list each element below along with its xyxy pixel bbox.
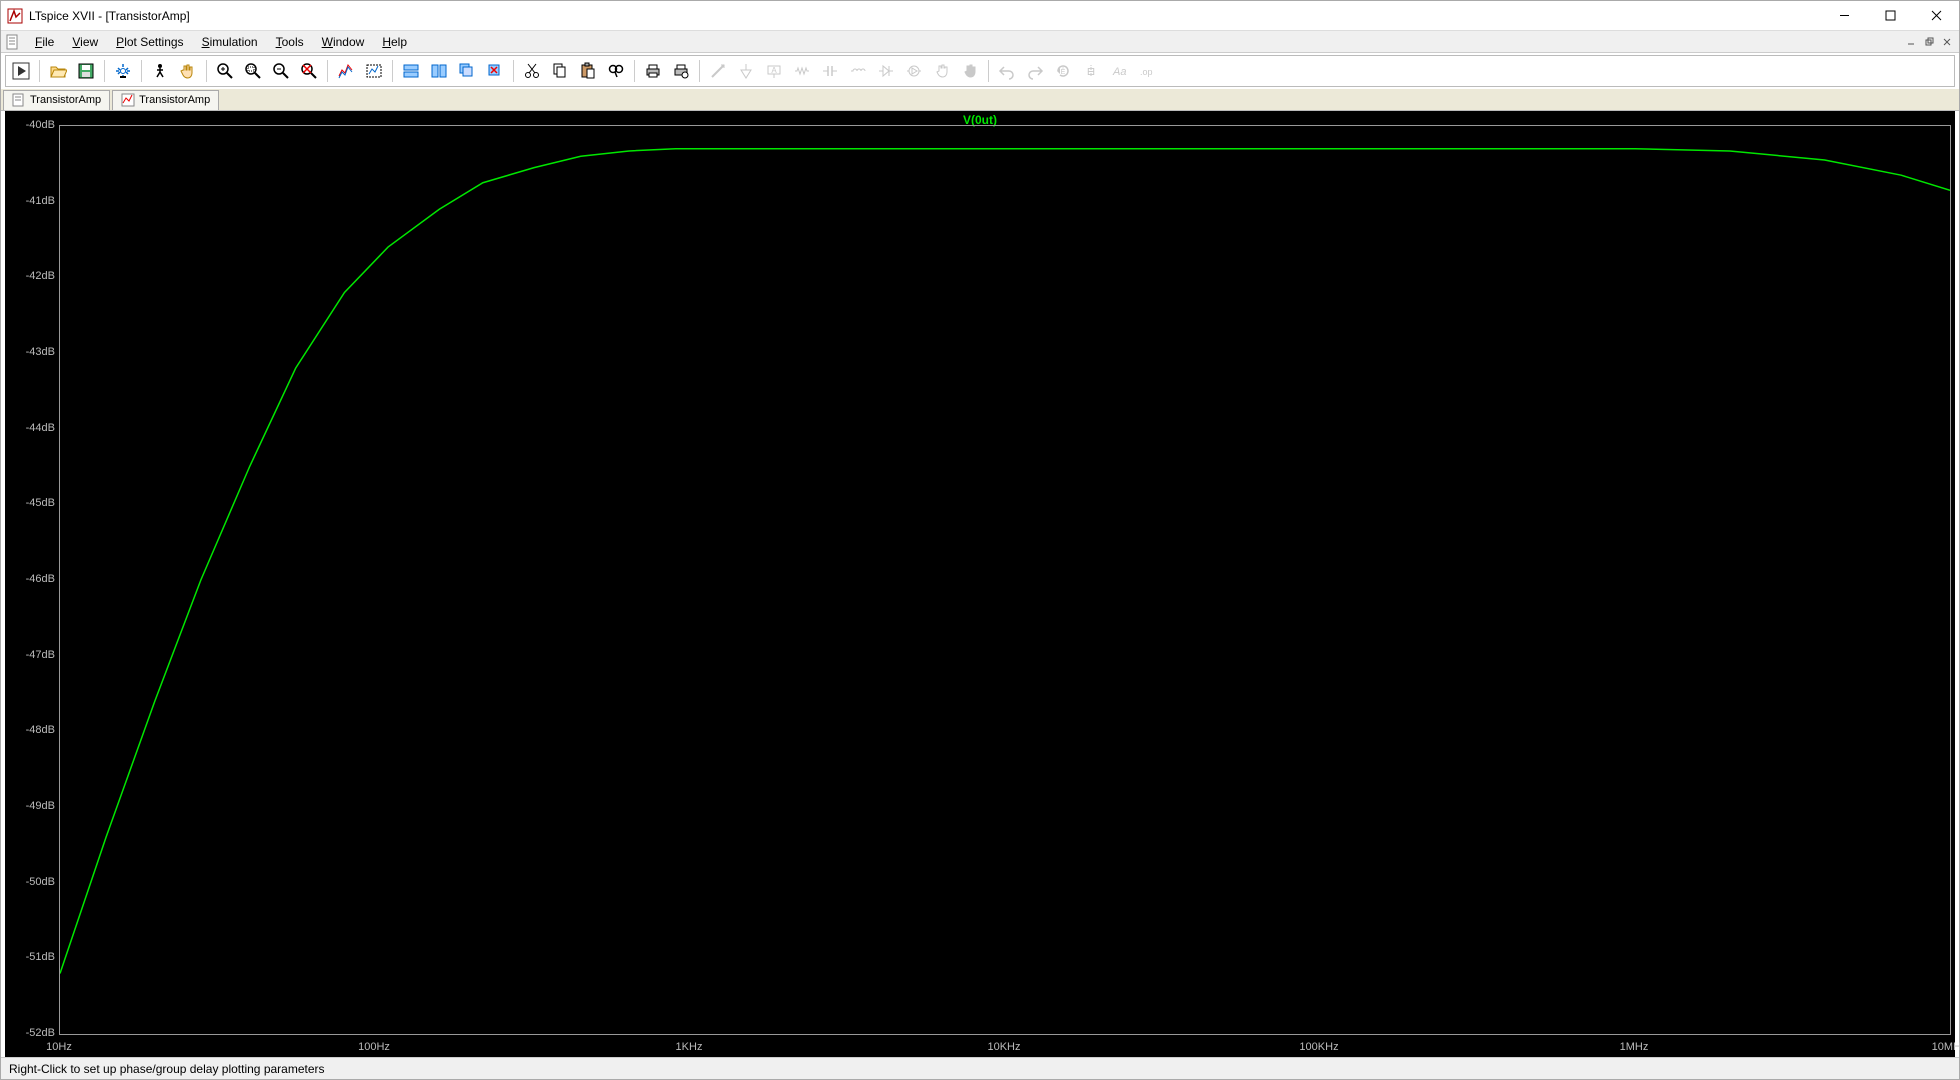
menu-window[interactable]: Window bbox=[314, 33, 373, 51]
pan-icon[interactable] bbox=[175, 58, 201, 84]
waveform-file-icon bbox=[121, 93, 135, 107]
y-tick-label: -40dB bbox=[5, 119, 55, 131]
x-tick-label: 10Hz bbox=[46, 1041, 72, 1053]
close-button[interactable] bbox=[1913, 1, 1959, 31]
minimize-button[interactable] bbox=[1821, 1, 1867, 31]
print-setup-icon[interactable] bbox=[668, 58, 694, 84]
open-icon[interactable] bbox=[45, 58, 71, 84]
print-icon[interactable] bbox=[640, 58, 666, 84]
menu-tools[interactable]: Tools bbox=[268, 33, 312, 51]
x-tick-label: 1KHz bbox=[676, 1041, 703, 1053]
y-tick-label: -49dB bbox=[5, 800, 55, 812]
x-tick-label: 100KHz bbox=[1299, 1041, 1338, 1053]
inductor-icon[interactable] bbox=[845, 58, 871, 84]
statusbar: Right-Click to set up phase/group delay … bbox=[1, 1057, 1959, 1079]
drag-icon[interactable] bbox=[957, 58, 983, 84]
tile-horizontal-icon[interactable] bbox=[398, 58, 424, 84]
svg-text:.op: .op bbox=[1140, 67, 1153, 77]
y-tick-label: -41dB bbox=[5, 195, 55, 207]
trace-line[interactable] bbox=[60, 149, 1950, 974]
mdi-minimize-button[interactable] bbox=[1903, 35, 1919, 49]
tab-schematic[interactable]: TransistorAmp bbox=[3, 90, 110, 110]
titlebar: LTspice XVII - [TransistorAmp] bbox=[1, 1, 1959, 31]
y-tick-label: -46dB bbox=[5, 573, 55, 585]
y-tick-label: -48dB bbox=[5, 724, 55, 736]
diode-icon[interactable] bbox=[873, 58, 899, 84]
y-tick-label: -47dB bbox=[5, 649, 55, 661]
undo-icon[interactable] bbox=[994, 58, 1020, 84]
spice-directive-icon[interactable]: .op bbox=[1134, 58, 1160, 84]
svg-text:E: E bbox=[1088, 67, 1095, 78]
svg-text:A: A bbox=[771, 66, 777, 75]
run-icon[interactable] bbox=[8, 58, 34, 84]
menu-view[interactable]: View bbox=[64, 33, 106, 51]
x-tick-label: 1MHz bbox=[1620, 1041, 1649, 1053]
schematic-file-icon bbox=[12, 93, 26, 107]
run-person-icon[interactable] bbox=[147, 58, 173, 84]
y-tick-label: -45dB bbox=[5, 497, 55, 509]
app-icon bbox=[7, 8, 23, 24]
draw-wire-icon[interactable] bbox=[705, 58, 731, 84]
copy-icon[interactable] bbox=[547, 58, 573, 84]
zoom-in-icon[interactable] bbox=[212, 58, 238, 84]
y-tick-label: -51dB bbox=[5, 951, 55, 963]
cascade-icon[interactable] bbox=[454, 58, 480, 84]
menubar: File View Plot Settings Simulation Tools… bbox=[1, 31, 1959, 53]
zoom-area-icon[interactable] bbox=[240, 58, 266, 84]
tile-vertical-icon[interactable] bbox=[426, 58, 452, 84]
mdi-restore-button[interactable] bbox=[1921, 35, 1937, 49]
mdi-close-button[interactable] bbox=[1939, 35, 1955, 49]
window-title: LTspice XVII - [TransistorAmp] bbox=[29, 9, 1821, 23]
y-tick-label: -52dB bbox=[5, 1027, 55, 1039]
move-icon[interactable] bbox=[929, 58, 955, 84]
y-tick-label: -44dB bbox=[5, 422, 55, 434]
find-icon[interactable] bbox=[603, 58, 629, 84]
control-panel-icon[interactable] bbox=[110, 58, 136, 84]
tab-label: TransistorAmp bbox=[30, 94, 101, 106]
y-tick-label: -43dB bbox=[5, 346, 55, 358]
label-net-icon[interactable]: A bbox=[761, 58, 787, 84]
capacitor-icon[interactable] bbox=[817, 58, 843, 84]
maximize-button[interactable] bbox=[1867, 1, 1913, 31]
x-tick-label: 100Hz bbox=[358, 1041, 390, 1053]
svg-text:Ê: Ê bbox=[1061, 67, 1066, 76]
menu-file[interactable]: File bbox=[27, 33, 62, 51]
window-controls bbox=[1821, 1, 1959, 31]
y-tick-label: -50dB bbox=[5, 876, 55, 888]
tab-label: TransistorAmp bbox=[139, 94, 210, 106]
status-text: Right-Click to set up phase/group delay … bbox=[9, 1062, 325, 1076]
tabbar: TransistorAmp TransistorAmp bbox=[1, 89, 1959, 111]
menu-simulation[interactable]: Simulation bbox=[194, 33, 266, 51]
x-tick-label: 10MHz bbox=[1932, 1041, 1960, 1053]
document-icon bbox=[5, 34, 21, 50]
x-tick-label: 10KHz bbox=[987, 1041, 1020, 1053]
app-window: LTspice XVII - [TransistorAmp] File View… bbox=[0, 0, 1960, 1080]
ground-icon[interactable] bbox=[733, 58, 759, 84]
resistor-icon[interactable] bbox=[789, 58, 815, 84]
marching-waves-icon[interactable] bbox=[361, 58, 387, 84]
component-icon[interactable] bbox=[901, 58, 927, 84]
svg-text:Aa: Aa bbox=[1112, 66, 1126, 78]
y-tick-label: -42dB bbox=[5, 270, 55, 282]
rotate-icon[interactable]: Ê bbox=[1050, 58, 1076, 84]
redo-icon[interactable] bbox=[1022, 58, 1048, 84]
mdi-controls bbox=[1903, 35, 1959, 49]
zoom-out-icon[interactable] bbox=[268, 58, 294, 84]
plot-area[interactable]: V(0ut) -40dB-41dB-42dB-43dB-44dB-45dB-46… bbox=[5, 111, 1955, 1057]
tab-waveform[interactable]: TransistorAmp bbox=[112, 90, 219, 110]
mirror-icon[interactable]: EE bbox=[1078, 58, 1104, 84]
zoom-fit-icon[interactable] bbox=[296, 58, 322, 84]
menu-help[interactable]: Help bbox=[374, 33, 415, 51]
paste-icon[interactable] bbox=[575, 58, 601, 84]
cut-icon[interactable] bbox=[519, 58, 545, 84]
autorange-icon[interactable] bbox=[333, 58, 359, 84]
text-icon[interactable]: Aa bbox=[1106, 58, 1132, 84]
save-icon[interactable] bbox=[73, 58, 99, 84]
close-all-icon[interactable] bbox=[482, 58, 508, 84]
menu-plot-settings[interactable]: Plot Settings bbox=[108, 33, 191, 51]
plot-canvas[interactable] bbox=[59, 125, 1951, 1035]
toolbar: A Ê EE Aa .op bbox=[5, 55, 1955, 87]
